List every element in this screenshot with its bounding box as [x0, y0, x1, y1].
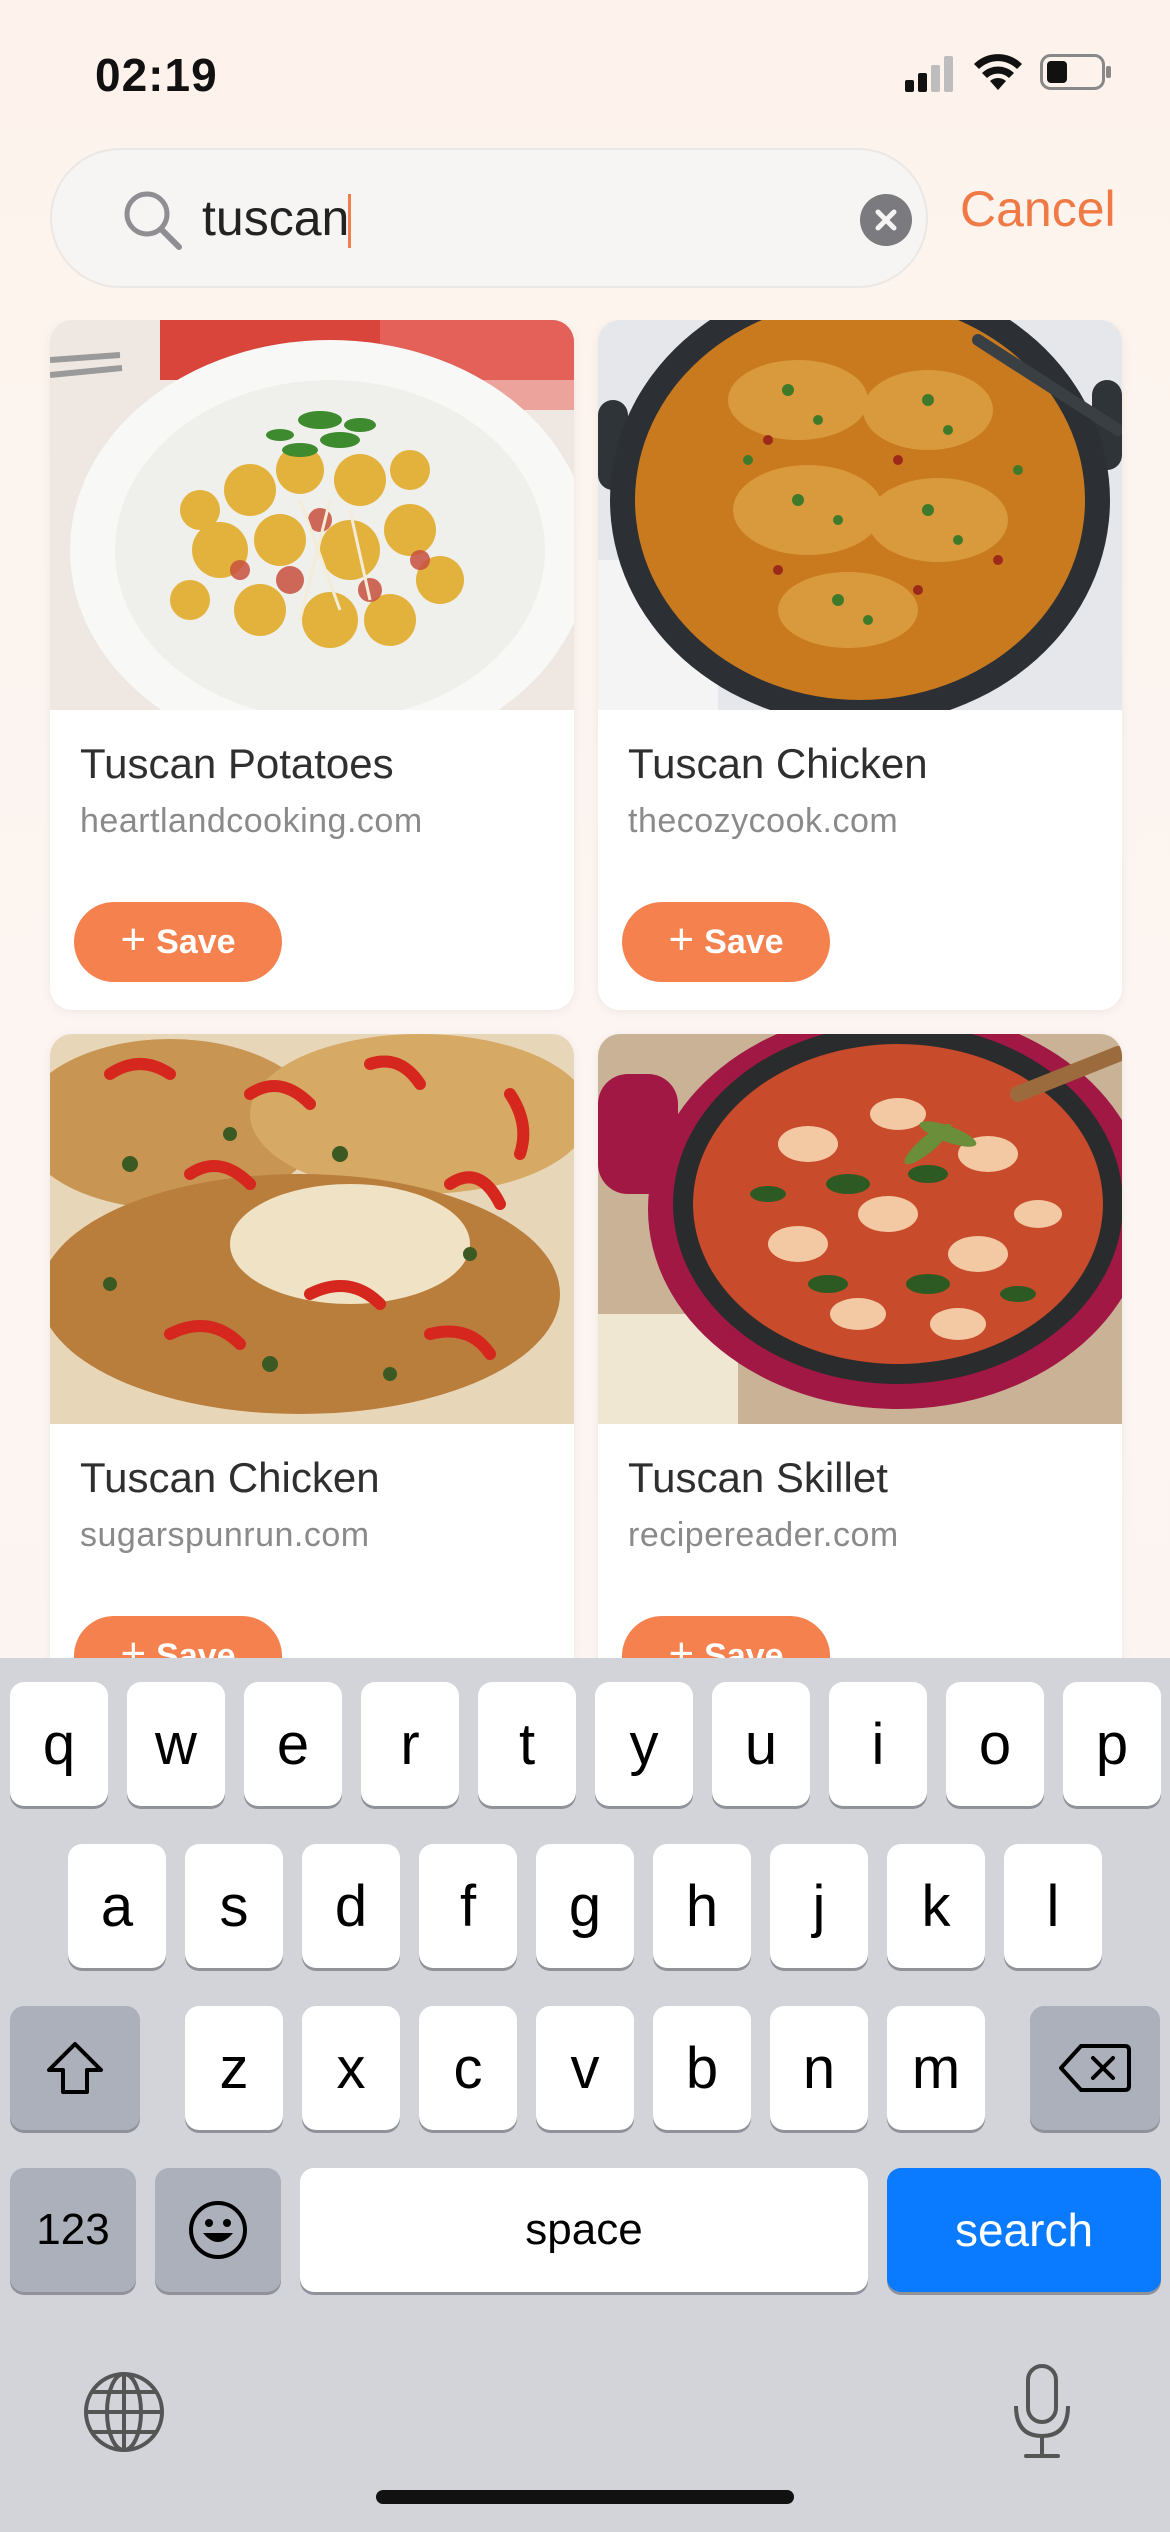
key-m[interactable]: m [887, 2006, 985, 2130]
recipe-title[interactable]: Tuscan Skillet [628, 1454, 888, 1502]
key-b[interactable]: b [653, 2006, 751, 2130]
recipe-source: heartlandcooking.com [80, 802, 423, 840]
key-l[interactable]: l [1004, 1844, 1102, 1968]
recipe-image-chicken-skillet[interactable] [50, 1034, 574, 1424]
save-button[interactable]: + Save [74, 1616, 282, 1660]
key-j[interactable]: j [770, 1844, 868, 1968]
recipe-source: thecozycook.com [628, 802, 899, 840]
key-u[interactable]: u [712, 1682, 810, 1806]
key-c[interactable]: c [419, 2006, 517, 2130]
recipe-title[interactable]: Tuscan Chicken [80, 1454, 380, 1502]
space-key[interactable]: space [300, 2168, 868, 2292]
recipe-card[interactable]: Tuscan Chicken thecozycook.com + Save [598, 320, 1122, 1010]
key-g[interactable]: g [536, 1844, 634, 1968]
key-v[interactable]: v [536, 2006, 634, 2130]
key-k[interactable]: k [887, 1844, 985, 1968]
numbers-key[interactable]: 123 [10, 2168, 136, 2292]
key-f[interactable]: f [419, 1844, 517, 1968]
recipe-image-skillet[interactable] [598, 1034, 1122, 1424]
key-z[interactable]: z [185, 2006, 283, 2130]
plus-icon: + [668, 915, 695, 964]
recipe-image-potatoes[interactable] [50, 320, 574, 710]
key-o[interactable]: o [946, 1682, 1044, 1806]
home-indicator[interactable] [376, 2490, 794, 2504]
search-key[interactable]: search [887, 2168, 1161, 2292]
key-t[interactable]: t [478, 1682, 576, 1806]
search-bar[interactable] [50, 148, 928, 288]
save-button[interactable]: + Save [622, 902, 830, 982]
recipe-card[interactable]: Tuscan Potatoes heartlandcooking.com + S… [50, 320, 574, 1010]
key-a[interactable]: a [68, 1844, 166, 1968]
microphone-icon[interactable] [1008, 2362, 1076, 2462]
shift-icon [47, 2042, 103, 2094]
key-p[interactable]: p [1063, 1682, 1161, 1806]
text-cursor [348, 194, 351, 248]
backspace-icon [1059, 2044, 1131, 2092]
key-s[interactable]: s [185, 1844, 283, 1968]
key-h[interactable]: h [653, 1844, 751, 1968]
status-time: 02:19 [95, 49, 218, 101]
cellular-signal-icon [905, 56, 953, 92]
wifi-icon [974, 54, 1022, 90]
search-input[interactable] [202, 178, 882, 258]
recipe-card[interactable]: Tuscan Chicken sugarspunrun.com + Save [50, 1034, 574, 1660]
recipe-title[interactable]: Tuscan Chicken [628, 740, 928, 788]
status-bar: 02:19 [0, 0, 1170, 140]
recipe-source: recipereader.com [628, 1516, 899, 1554]
emoji-icon [189, 2201, 247, 2259]
plus-icon: + [120, 1629, 147, 1661]
globe-icon[interactable] [82, 2370, 166, 2454]
key-n[interactable]: n [770, 2006, 868, 2130]
key-y[interactable]: y [595, 1682, 693, 1806]
search-icon [124, 191, 182, 250]
key-r[interactable]: r [361, 1682, 459, 1806]
clear-search-icon[interactable] [860, 194, 912, 246]
cancel-button[interactable]: Cancel [960, 180, 1116, 238]
key-e[interactable]: e [244, 1682, 342, 1806]
battery-icon [1040, 54, 1111, 90]
key-w[interactable]: w [127, 1682, 225, 1806]
save-label: Save [704, 1636, 784, 1661]
results-grid: Tuscan Potatoes heartlandcooking.com + S… [0, 320, 1170, 1660]
save-label: Save [704, 922, 784, 961]
key-x[interactable]: x [302, 2006, 400, 2130]
recipe-title[interactable]: Tuscan Potatoes [80, 740, 394, 788]
save-button[interactable]: + Save [74, 902, 282, 982]
emoji-key[interactable] [155, 2168, 281, 2292]
recipe-source: sugarspunrun.com [80, 1516, 370, 1554]
save-label: Save [156, 1636, 236, 1661]
save-button[interactable]: + Save [622, 1616, 830, 1660]
shift-key[interactable] [10, 2006, 140, 2130]
key-i[interactable]: i [829, 1682, 927, 1806]
plus-icon: + [120, 915, 147, 964]
key-q[interactable]: q [10, 1682, 108, 1806]
backspace-key[interactable] [1030, 2006, 1160, 2130]
recipe-image-chicken-pot[interactable] [598, 320, 1122, 710]
save-label: Save [156, 922, 236, 961]
plus-icon: + [668, 1629, 695, 1661]
key-d[interactable]: d [302, 1844, 400, 1968]
recipe-card[interactable]: Tuscan Skillet recipereader.com + Save [598, 1034, 1122, 1660]
